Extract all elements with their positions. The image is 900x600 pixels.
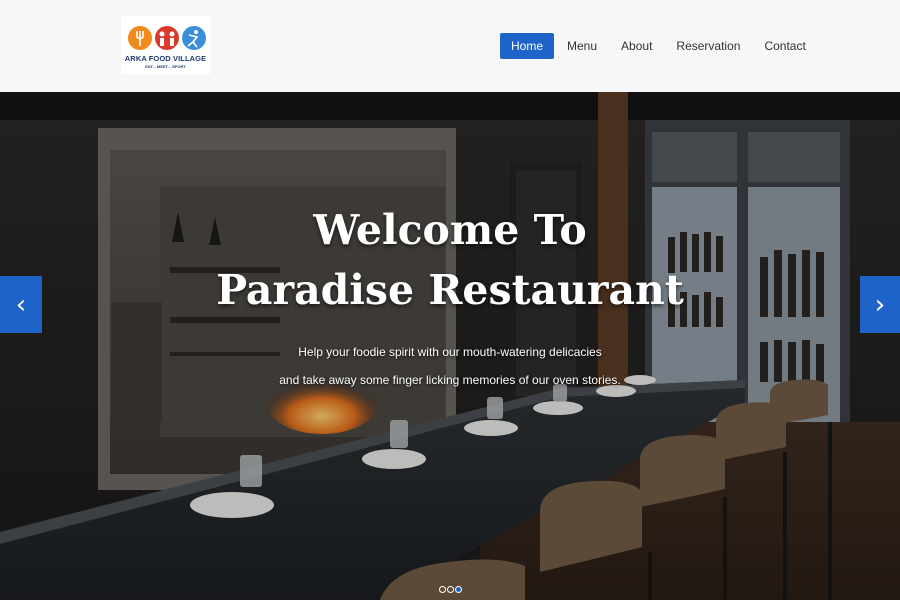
arka-food-village-logo[interactable]: ARKA FOOD VILLAGE EAT... MEET... SPORT <box>121 16 210 74</box>
hero-title-line-1: Welcome To <box>313 206 587 254</box>
nav-about[interactable]: About <box>610 33 663 59</box>
slider-next-button[interactable]: › <box>860 276 900 333</box>
logo-title: ARKA FOOD VILLAGE <box>124 54 207 63</box>
nav-home[interactable]: Home <box>500 33 555 59</box>
slider-dot-3[interactable] <box>455 586 462 593</box>
slider-prev-button[interactable]: ‹ <box>0 276 42 333</box>
nav-menu[interactable]: Menu <box>556 33 608 59</box>
nav-contact[interactable]: Contact <box>753 33 816 59</box>
site-header: ARKA FOOD VILLAGE EAT... MEET... SPORT H… <box>0 0 900 92</box>
hero-subtitle: Help your foodie spirit with our mouth-w… <box>150 338 750 394</box>
main-nav: Home Menu About Reservation Contact <box>500 33 819 59</box>
hero-slider: Welcome To Paradise Restaurant Help your… <box>0 92 900 600</box>
hero-subtitle-line-1: Help your foodie spirit with our mouth-w… <box>298 345 602 359</box>
chevron-right-icon: › <box>874 289 886 320</box>
slider-indicators <box>439 586 463 593</box>
chevron-left-icon: ‹ <box>15 289 27 320</box>
logo-emblem-icon <box>128 26 206 50</box>
slider-dot-2[interactable] <box>447 586 454 593</box>
logo-tagline: EAT... MEET... SPORT <box>145 64 186 69</box>
nav-reservation[interactable]: Reservation <box>665 33 751 59</box>
hero-title-line-2: Paradise Restaurant <box>216 266 684 314</box>
slider-dot-1[interactable] <box>439 586 446 593</box>
hero-subtitle-line-2: and take away some finger licking memori… <box>279 373 621 387</box>
hero-title: Welcome To Paradise Restaurant <box>150 200 750 320</box>
